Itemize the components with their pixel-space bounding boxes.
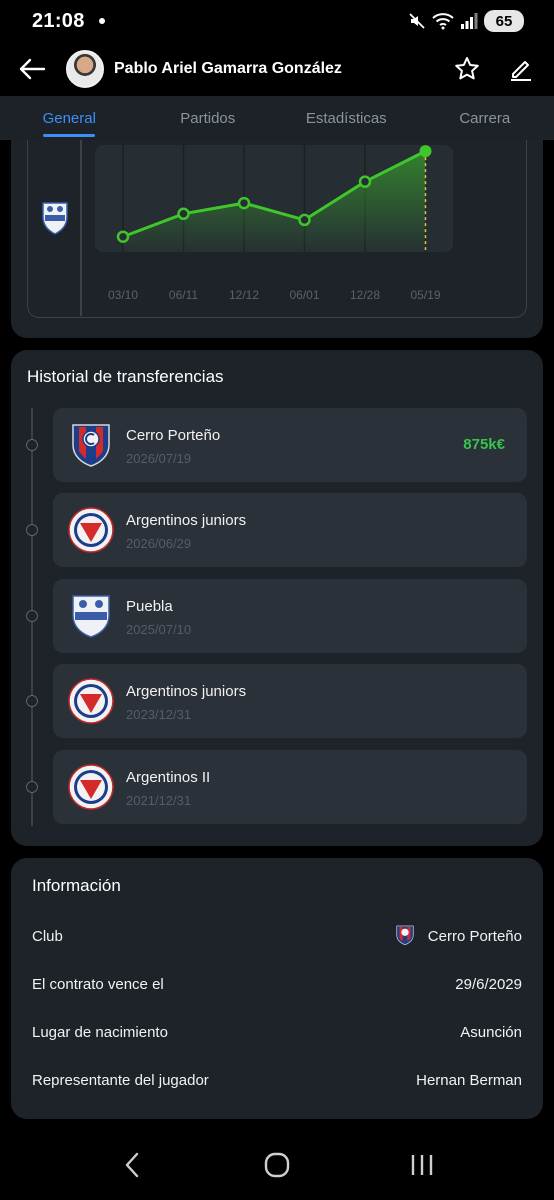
club-name: Cerro Porteño	[126, 427, 221, 444]
transfer-date: 2026/06/29	[126, 536, 192, 551]
nav-home-button[interactable]	[247, 1140, 307, 1190]
info-card: Información Club Cerro Porteño El contra…	[11, 858, 543, 1119]
transfers-card: Historial de transferencias Cerro Porteñ…	[11, 350, 543, 846]
chart-data-point[interactable]	[237, 196, 251, 210]
club-name: Argentinos juniors	[126, 512, 247, 529]
argentinos-juniors-crest-icon	[68, 507, 114, 553]
chart-x-tick-label: 12/28	[350, 288, 380, 302]
mute-icon	[409, 13, 425, 29]
player-name: Pablo Ariel Gamarra González	[114, 60, 342, 77]
timeline-dot	[26, 524, 38, 536]
tab-estadisticas[interactable]: Estadísticas	[277, 96, 416, 140]
timeline-dot	[26, 610, 38, 622]
status-time: 21:08	[32, 9, 85, 32]
chart-x-tick-label: 12/12	[229, 288, 259, 302]
info-value-text: Cerro Porteño	[427, 927, 522, 945]
signal-icon	[461, 13, 478, 29]
info-row-club: Club Cerro Porteño	[32, 924, 522, 948]
chart-x-tick-label: 06/11	[169, 288, 198, 302]
chart-data-point[interactable]	[177, 207, 190, 221]
market-value-chart: 03/10 06/11 12/12 06/01 12/28 05/19	[95, 145, 453, 302]
info-row-agent: Representante del jugador Hernan Berman	[32, 1068, 522, 1092]
chart-x-tick-label: 05/19	[410, 288, 440, 302]
info-row-contract: El contrato vence el 29/6/2029	[32, 972, 522, 996]
battery-indicator: 65	[484, 10, 524, 32]
cerro-porteno-crest-icon	[396, 925, 414, 946]
recents-icon	[411, 1155, 432, 1175]
club-name: Argentinos II	[126, 769, 211, 786]
chevron-left-icon	[126, 1152, 139, 1178]
info-label: Club	[32, 927, 63, 945]
market-value-card: 03/10 06/11 12/12 06/01 12/28 05/19	[11, 140, 543, 338]
chart-x-tick-label: 06/01	[289, 288, 319, 302]
status-bar: 21:08 65	[0, 0, 554, 42]
avatar	[66, 50, 104, 88]
transfer-item[interactable]: Argentinos II 2021/12/31	[53, 750, 527, 824]
transfer-item[interactable]: Argentinos juniors 2023/12/31	[53, 664, 527, 738]
info-row-birthplace: Lugar de nacimiento Asunción	[32, 1020, 522, 1044]
nav-back-button[interactable]	[102, 1140, 162, 1190]
argentinos-juniors-crest-icon	[68, 764, 114, 810]
battery-level: 65	[495, 12, 513, 30]
info-value: 29/6/2029	[455, 975, 522, 993]
tab-carrera[interactable]: Carrera	[416, 96, 554, 140]
nav-recents-button[interactable]	[392, 1140, 452, 1190]
puebla-crest-icon	[72, 595, 110, 638]
arrow-left-icon	[19, 58, 46, 80]
chart-x-tick-label: 03/10	[108, 288, 138, 302]
info-title: Información	[32, 876, 121, 895]
back-button[interactable]	[16, 53, 48, 85]
club-name: Argentinos juniors	[126, 683, 247, 700]
chart-frame: 03/10 06/11 12/12 06/01 12/28 05/19	[27, 140, 527, 318]
home-circle-icon	[264, 1152, 290, 1178]
app-header: Pablo Ariel Gamarra González	[0, 42, 554, 96]
status-icons: 65	[408, 10, 524, 32]
info-value: Hernan Berman	[416, 1071, 522, 1089]
chart-data-point[interactable]	[419, 145, 432, 158]
info-label: Lugar de nacimiento	[32, 1023, 168, 1041]
transfer-item[interactable]: Cerro Porteño 2026/07/19 875k€	[53, 408, 527, 482]
star-icon[interactable]	[454, 56, 480, 82]
info-value: Asunción	[460, 1023, 522, 1041]
transfer-date: 2023/12/31	[126, 707, 192, 722]
info-label: Representante del jugador	[32, 1071, 209, 1089]
cerro-porteno-crest-icon	[72, 424, 110, 467]
transfer-date: 2026/07/19	[126, 451, 192, 466]
edit-icon[interactable]	[508, 56, 534, 82]
wifi-icon	[432, 13, 454, 30]
transfers-title: Historial de transferencias	[27, 367, 224, 386]
notification-dot-icon	[98, 18, 105, 24]
tab-general[interactable]: General	[0, 96, 139, 140]
info-value-club[interactable]: Cerro Porteño	[394, 923, 522, 949]
club-name: Puebla	[126, 598, 173, 615]
transfer-date: 2021/12/31	[126, 793, 192, 808]
chart-data-point[interactable]	[358, 175, 372, 188]
timeline-dot	[26, 695, 38, 707]
tab-partidos[interactable]: Partidos	[139, 96, 278, 140]
info-label: El contrato vence el	[32, 975, 164, 993]
timeline-dot	[26, 439, 38, 451]
transfer-fee: 875k€	[463, 436, 505, 453]
transfer-date: 2025/07/10	[126, 622, 192, 637]
timeline-dot	[26, 781, 38, 793]
system-nav-bar	[0, 1130, 554, 1200]
argentinos-juniors-crest-icon	[68, 678, 114, 724]
tab-bar: General Partidos Estadísticas Carrera	[0, 96, 554, 140]
transfer-item[interactable]: Puebla 2025/07/10	[53, 579, 527, 653]
transfer-item[interactable]: Argentinos juniors 2026/06/29	[53, 493, 527, 567]
chart-data-point[interactable]	[116, 230, 130, 243]
chart-data-point[interactable]	[298, 213, 311, 227]
